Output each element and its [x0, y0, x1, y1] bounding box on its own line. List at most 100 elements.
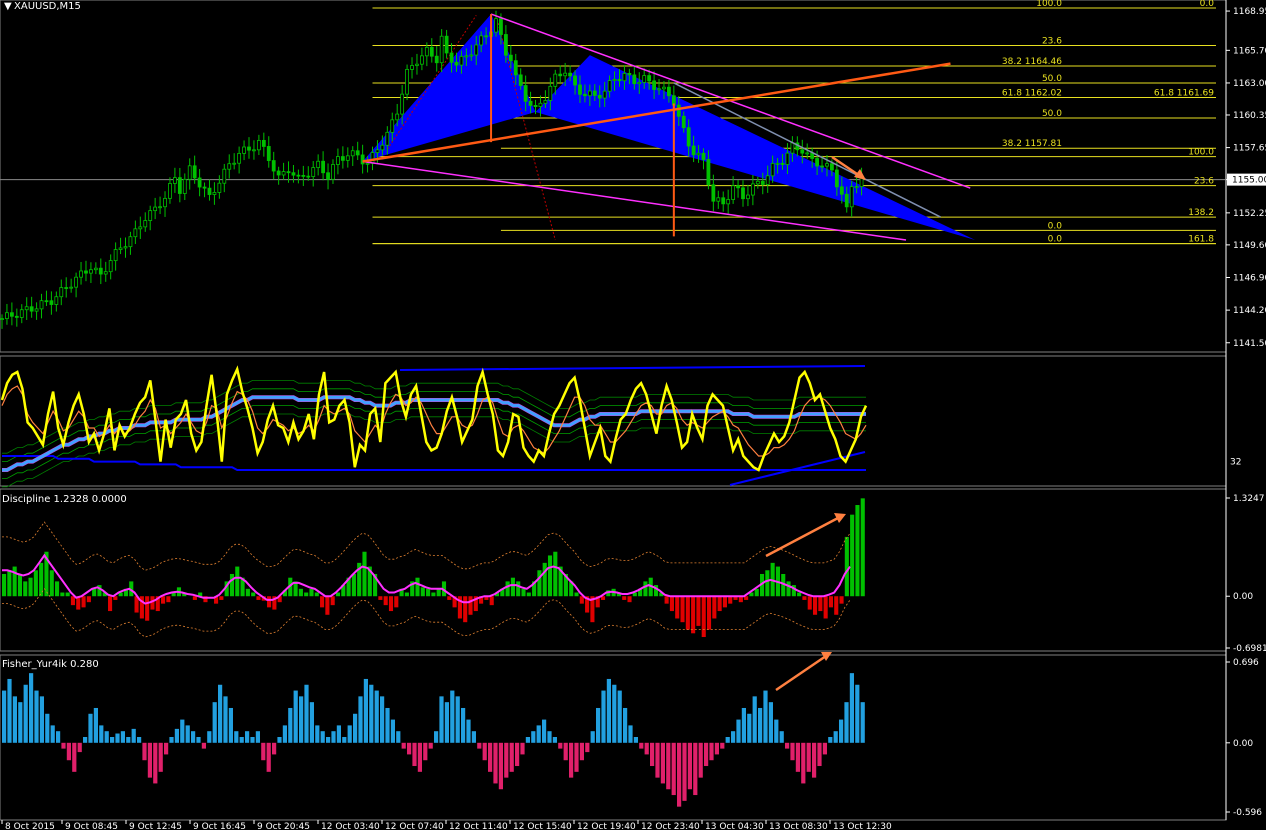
fib-level-label: 0.0: [1048, 221, 1063, 231]
fisher-panel: 0.696 0.00 -0.596: [2, 652, 1262, 818]
fisher-bar: [574, 742, 579, 772]
fisher-bar: [444, 702, 449, 743]
candle-body: [365, 162, 370, 165]
fisher-bar: [401, 742, 406, 749]
candle-body: [296, 174, 301, 177]
candle-body: [563, 72, 568, 77]
candle-body: [627, 73, 632, 76]
fib-level-label: 138.2: [1188, 208, 1214, 218]
fisher-bar: [56, 731, 61, 743]
discipline-panel: 1.3247 0.00 -0.6981: [2, 494, 1266, 654]
fisher-bar: [315, 725, 320, 743]
candle-body: [350, 150, 355, 157]
candle-body: [830, 163, 834, 171]
candle-body: [538, 102, 543, 107]
discipline-bar: [728, 596, 733, 604]
candle-body: [128, 236, 133, 248]
symbol-menu-icon[interactable]: ▼: [4, 1, 12, 12]
discipline-bar: [65, 592, 70, 597]
discipline-bar: [516, 581, 521, 597]
candle-body: [508, 54, 513, 62]
discipline-bar: [839, 596, 844, 604]
candle-body: [632, 74, 637, 85]
fisher-tick-label: 0.696: [1233, 658, 1259, 668]
fisher-bar: [736, 719, 741, 743]
candle-body: [93, 267, 98, 271]
fisher-bar: [687, 742, 692, 790]
candle-body: [449, 52, 454, 63]
fisher-bar: [99, 725, 104, 743]
fisher-bar: [682, 742, 687, 801]
candle-body: [780, 162, 785, 165]
candle-body: [825, 163, 829, 167]
fisher-bar: [542, 719, 547, 743]
candle-body: [395, 113, 400, 121]
fisher-tick-label: 0.00: [1233, 739, 1253, 749]
discipline-bar: [235, 566, 240, 597]
discipline-bar: [765, 570, 770, 597]
fisher-bar: [720, 742, 725, 749]
fisher-bar: [174, 728, 179, 743]
discipline-bar: [860, 498, 865, 597]
fisher-bar: [201, 742, 206, 749]
discipline-bar: [669, 596, 674, 612]
discipline-bar: [330, 596, 335, 606]
fisher-bar: [423, 742, 428, 761]
fisher-bar: [693, 742, 698, 796]
fisher-bar: [374, 690, 379, 743]
fisher-bar: [407, 742, 412, 755]
fisher-bar: [671, 742, 676, 796]
fisher-bar: [839, 719, 844, 743]
price-tick-label: 1149.60: [1233, 241, 1266, 251]
candle-body: [731, 185, 736, 200]
candle-body: [419, 55, 424, 65]
discipline-bar: [388, 596, 394, 612]
fisher-bar: [844, 702, 849, 743]
candle-body: [429, 46, 434, 57]
candle-body: [499, 18, 503, 35]
candle-body: [326, 172, 330, 180]
candle-body: [844, 193, 849, 208]
candle-body: [558, 73, 563, 77]
fib-level-label: 50.0: [1042, 74, 1062, 84]
candle-body: [247, 146, 251, 151]
candle-body: [291, 172, 296, 176]
fisher-bar: [228, 707, 233, 743]
candle-body: [736, 185, 740, 189]
fisher-bar: [779, 731, 784, 743]
fisher-bar: [569, 742, 574, 778]
osc-long-ma: [2, 455, 866, 471]
time-tick-label: 12 Oct 19:40: [577, 822, 636, 830]
candle-body: [469, 54, 474, 57]
fisher-bar: [471, 731, 476, 743]
candle-body: [306, 175, 311, 178]
osc-upper-band: [399, 365, 866, 371]
fisher-bar: [752, 696, 757, 743]
fisher-bar: [77, 742, 82, 753]
fisher-bar: [66, 742, 71, 761]
candle-body: [24, 306, 29, 311]
discipline-bar: [309, 588, 314, 597]
candle-body: [222, 168, 227, 184]
oscillator-panel: 32: [0, 365, 1241, 488]
price-tick-label: 1165.70: [1233, 46, 1266, 56]
fisher-bar: [412, 742, 417, 767]
candle-body: [701, 152, 706, 160]
candle-body: [316, 160, 321, 168]
fisher-bar: [655, 742, 660, 778]
candle-body: [138, 226, 143, 230]
fisher-bar: [623, 707, 628, 743]
candle-body: [652, 80, 656, 90]
candle-body: [103, 271, 108, 275]
fisher-bar: [29, 673, 34, 743]
candle-body: [133, 228, 138, 238]
candle-body: [667, 86, 671, 97]
candle-body: [276, 170, 281, 176]
fisher-bar: [185, 725, 190, 743]
discipline-bar: [807, 596, 812, 610]
candle-body: [19, 309, 24, 318]
fisher-bar: [741, 707, 746, 743]
discipline-bar: [521, 588, 526, 597]
fisher-bar: [369, 684, 374, 743]
fib-level-label: 0.0: [1200, 0, 1215, 9]
